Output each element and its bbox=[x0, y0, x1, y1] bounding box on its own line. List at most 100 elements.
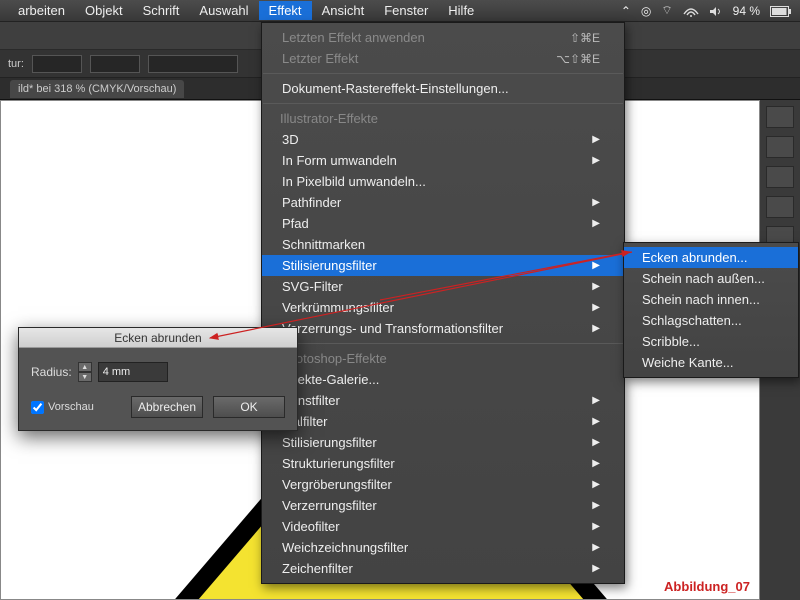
radius-label: Radius: bbox=[31, 365, 72, 379]
dialog-ecken-abrunden: Ecken abrunden Radius: ▲ ▼ Vorschau Abbr… bbox=[18, 327, 298, 431]
mi-label: Stilisierungsfilter bbox=[282, 435, 377, 450]
mi-label: Pathfinder bbox=[282, 195, 341, 210]
submenu-item-weiche-kante-[interactable]: Weiche Kante... bbox=[624, 352, 798, 373]
mi-schnittmarken[interactable]: Schnittmarken bbox=[262, 234, 624, 255]
figure-caption: Abbildung_07 bbox=[664, 579, 750, 594]
mi-pathfinder[interactable]: Pathfinder▶ bbox=[262, 192, 624, 213]
mi-label: In Form umwandeln bbox=[282, 153, 397, 168]
panel-icon-1[interactable] bbox=[766, 106, 794, 128]
panel-icon-4[interactable] bbox=[766, 196, 794, 218]
panel-icon-3[interactable] bbox=[766, 166, 794, 188]
document-tab[interactable]: ild* bei 318 % (CMYK/Vorschau) bbox=[10, 80, 184, 98]
mi-in-form-umwandeln[interactable]: In Form umwandeln ▶ bbox=[262, 150, 624, 171]
mi-weichzeichnungsfilter[interactable]: Weichzeichnungsfilter ▶ bbox=[262, 537, 624, 558]
mi-videofilter[interactable]: Videofilter ▶ bbox=[262, 516, 624, 537]
preview-checkbox-wrap[interactable]: Vorschau bbox=[31, 401, 94, 414]
mi-label: Zeichenfilter bbox=[282, 561, 353, 576]
chevron-right-icon: ▶ bbox=[592, 563, 600, 574]
chevron-right-icon: ▶ bbox=[592, 155, 600, 166]
mi-effekte-galerie-[interactable]: Effekte-Galerie... bbox=[262, 369, 624, 390]
chevron-right-icon: ▶ bbox=[592, 500, 600, 511]
mi-raster-settings[interactable]: Dokument-Rastereffekt-Einstellungen... bbox=[262, 78, 624, 99]
radius-input[interactable] bbox=[98, 362, 168, 382]
mi-stilisierungsfilter[interactable]: Stilisierungsfilter ▶ bbox=[262, 432, 624, 453]
section-header-photoshop: Photoshop-Effekte bbox=[262, 348, 624, 369]
sync-icon: ◎ bbox=[641, 4, 651, 18]
dropbox-icon: ⌃ bbox=[621, 4, 631, 18]
menu-item-arbeiten[interactable]: arbeiten bbox=[8, 1, 75, 20]
mi-label: Dokument-Rastereffekt-Einstellungen... bbox=[282, 81, 509, 96]
menu-item-hilfe[interactable]: Hilfe bbox=[438, 1, 484, 20]
chevron-right-icon: ▶ bbox=[592, 437, 600, 448]
toolbar-field-3[interactable] bbox=[148, 55, 238, 73]
mi-zeichenfilter[interactable]: Zeichenfilter ▶ bbox=[262, 558, 624, 579]
mi-label: SVG-Filter bbox=[282, 279, 343, 294]
stepper-up-icon[interactable]: ▲ bbox=[78, 362, 92, 372]
menu-separator bbox=[263, 343, 623, 344]
chevron-right-icon: ▶ bbox=[592, 416, 600, 427]
mi-malfilter[interactable]: Malfilter▶ bbox=[262, 411, 624, 432]
stepper-down-icon[interactable]: ▼ bbox=[78, 372, 92, 382]
mi-shortcut: ⇧⌘E bbox=[570, 31, 600, 45]
mi-label: Letzten Effekt anwenden bbox=[282, 30, 425, 45]
mi-stilisierungsfilter[interactable]: Stilisierungsfilter▶ bbox=[262, 255, 624, 276]
preview-label: Vorschau bbox=[48, 401, 94, 413]
mi-last-effect-apply: Letzten Effekt anwenden ⇧⌘E bbox=[262, 27, 624, 48]
mi-shortcut: ⌥⇧⌘E bbox=[556, 52, 600, 66]
chevron-right-icon: ▶ bbox=[592, 281, 600, 292]
menu-item-auswahl[interactable]: Auswahl bbox=[189, 1, 258, 20]
toolbar-field-2[interactable] bbox=[90, 55, 140, 73]
menubar: arbeiten Objekt Schrift Auswahl Effekt A… bbox=[0, 0, 800, 22]
menu-item-schrift[interactable]: Schrift bbox=[133, 1, 190, 20]
menu-separator bbox=[263, 103, 623, 104]
radius-stepper[interactable]: ▲ ▼ bbox=[78, 362, 92, 382]
mi-verkr-mmungsfilter[interactable]: Verkrümmungsfilter ▶ bbox=[262, 297, 624, 318]
mi-label: Verzerrungsfilter bbox=[282, 498, 377, 513]
volume-icon bbox=[709, 4, 723, 18]
toolbar-field-1[interactable] bbox=[32, 55, 82, 73]
submenu-item-schein-nach-au-en-[interactable]: Schein nach außen... bbox=[624, 268, 798, 289]
status-tray: ⌃ ◎ ⌔ 94 % bbox=[621, 3, 792, 18]
submenu-stilisierungsfilter: Ecken abrunden...Schein nach außen...Sch… bbox=[623, 242, 799, 378]
submenu-item-schein-nach-innen-[interactable]: Schein nach innen... bbox=[624, 289, 798, 310]
menu-item-ansicht[interactable]: Ansicht bbox=[312, 1, 375, 20]
mi-pfad[interactable]: Pfad▶ bbox=[262, 213, 624, 234]
chevron-right-icon: ▶ bbox=[592, 458, 600, 469]
mi-svg-filter[interactable]: SVG-Filter ▶ bbox=[262, 276, 624, 297]
chevron-right-icon: ▶ bbox=[592, 134, 600, 145]
section-header-illustrator: Illustrator-Effekte bbox=[262, 108, 624, 129]
battery-icon bbox=[770, 4, 792, 18]
preview-checkbox[interactable] bbox=[31, 401, 44, 414]
mi-label: In Pixelbild umwandeln... bbox=[282, 174, 426, 189]
submenu-item-scribble-[interactable]: Scribble... bbox=[624, 331, 798, 352]
chevron-right-icon: ▶ bbox=[592, 479, 600, 490]
ok-button[interactable]: OK bbox=[213, 396, 285, 418]
mi-verzerrungs-und-transformationsfilter[interactable]: Verzerrungs- und Transformationsfilter▶ bbox=[262, 318, 624, 339]
mi-label: Letzter Effekt bbox=[282, 51, 358, 66]
dialog-title: Ecken abrunden bbox=[19, 328, 297, 348]
mi-last-effect: Letzter Effekt ⌥⇧⌘E bbox=[262, 48, 624, 69]
menu-item-fenster[interactable]: Fenster bbox=[374, 1, 438, 20]
mi-label: Verkrümmungsfilter bbox=[282, 300, 394, 315]
mi-3d[interactable]: 3D▶ bbox=[262, 129, 624, 150]
menu-item-objekt[interactable]: Objekt bbox=[75, 1, 133, 20]
chevron-right-icon: ▶ bbox=[592, 302, 600, 313]
toolbar-label: tur: bbox=[8, 58, 24, 70]
mi-label: Videofilter bbox=[282, 519, 340, 534]
mi-in-pixelbild-umwandeln-[interactable]: In Pixelbild umwandeln... bbox=[262, 171, 624, 192]
mi-verzerrungsfilter[interactable]: Verzerrungsfilter ▶ bbox=[262, 495, 624, 516]
submenu-item-ecken-abrunden-[interactable]: Ecken abrunden... bbox=[624, 247, 798, 268]
chevron-right-icon: ▶ bbox=[592, 542, 600, 553]
mi-label: Pfad bbox=[282, 216, 309, 231]
mi-label: Verzerrungs- und Transformationsfilter bbox=[282, 321, 503, 336]
menu-item-effekt[interactable]: Effekt bbox=[259, 1, 312, 20]
submenu-item-schlagschatten-[interactable]: Schlagschatten... bbox=[624, 310, 798, 331]
cancel-button[interactable]: Abbrechen bbox=[131, 396, 203, 418]
mi-label: Strukturierungsfilter bbox=[282, 456, 395, 471]
mi-kunstfilter[interactable]: Kunstfilter▶ bbox=[262, 390, 624, 411]
chevron-right-icon: ▶ bbox=[592, 521, 600, 532]
mi-vergr-berungsfilter[interactable]: Vergröberungsfilter▶ bbox=[262, 474, 624, 495]
mi-strukturierungsfilter[interactable]: Strukturierungsfilter ▶ bbox=[262, 453, 624, 474]
mi-label: Weichzeichnungsfilter bbox=[282, 540, 408, 555]
panel-icon-2[interactable] bbox=[766, 136, 794, 158]
